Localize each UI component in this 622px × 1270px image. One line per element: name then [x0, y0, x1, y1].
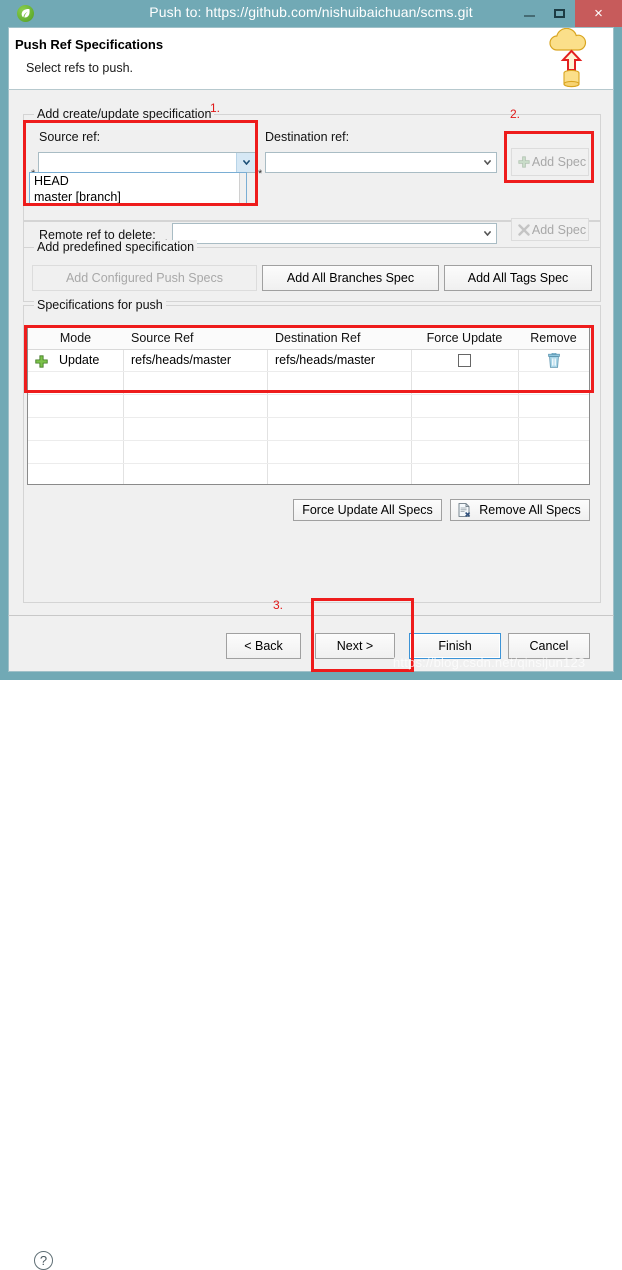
wizard-header: Push Ref Specifications Select refs to p… — [8, 27, 614, 90]
table-row[interactable] — [28, 372, 589, 395]
add-spec-create-update-label: Add Spec — [531, 155, 587, 169]
close-button[interactable]: × — [575, 0, 622, 27]
next-button-label: Next > — [336, 639, 374, 653]
row-force-update-checkbox[interactable] — [458, 354, 471, 367]
spec-table-legend: Specifications for push — [34, 298, 166, 312]
column-header-force-update: Force Update — [426, 331, 503, 345]
minimize-button[interactable] — [515, 0, 545, 27]
minimize-icon — [524, 15, 535, 17]
source-ref-dropdown-list[interactable]: HEAD master [branch] — [29, 172, 247, 205]
add-all-tags-spec-label: Add All Tags Spec — [467, 271, 569, 285]
create-update-group-legend: Add create/update specification — [34, 107, 215, 121]
next-button[interactable]: Next > — [315, 633, 395, 659]
add-all-branches-spec-button[interactable]: Add All Branches Spec — [262, 265, 439, 291]
back-button[interactable]: < Back — [226, 633, 301, 659]
column-header-source-ref: Source Ref — [131, 331, 194, 345]
add-configured-push-specs-label: Add Configured Push Specs — [65, 271, 224, 285]
add-configured-push-specs-button[interactable]: Add Configured Push Specs — [32, 265, 257, 291]
finish-button[interactable]: Finish — [409, 633, 501, 659]
column-header-destination-ref: Destination Ref — [275, 331, 361, 345]
annotation-number-1: 1. — [210, 101, 221, 115]
force-update-all-specs-label: Force Update All Specs — [302, 503, 433, 517]
add-spec-delete-button[interactable]: Add Spec — [511, 218, 589, 241]
add-all-tags-spec-button[interactable]: Add All Tags Spec — [444, 265, 592, 291]
remote-ref-to-delete-combo[interactable] — [172, 223, 497, 244]
dropdown-option-master[interactable]: master [branch] — [30, 189, 246, 205]
finish-button-label: Finish — [438, 639, 472, 653]
cancel-button[interactable]: Cancel — [508, 633, 590, 659]
table-row[interactable] — [28, 441, 589, 464]
destination-ref-label: Destination ref: — [265, 130, 350, 144]
force-update-all-specs-button[interactable]: Force Update All Specs — [293, 499, 442, 521]
row-destination-ref: refs/heads/master — [275, 353, 376, 367]
trash-icon[interactable] — [547, 353, 561, 368]
chevron-down-icon — [484, 160, 491, 165]
row-source-ref: refs/heads/master — [131, 353, 232, 367]
add-all-branches-spec-label: Add All Branches Spec — [286, 271, 415, 285]
table-row[interactable] — [28, 418, 589, 441]
remove-all-specs-button[interactable]: Remove All Specs — [450, 499, 590, 521]
table-row[interactable] — [28, 464, 589, 484]
close-icon: × — [594, 5, 603, 22]
predefined-group-legend: Add predefined specification — [34, 240, 198, 254]
annotation-number-3: 3. — [273, 598, 284, 612]
page-title: Push Ref Specifications — [15, 37, 164, 52]
annotation-number-2: 2. — [510, 107, 521, 121]
back-button-label: < Back — [244, 639, 283, 653]
chevron-down-icon — [243, 160, 250, 165]
table-row[interactable]: Update refs/heads/master refs/heads/mast… — [28, 349, 589, 372]
remove-all-specs-label: Remove All Specs — [479, 503, 581, 517]
maximize-button[interactable] — [545, 0, 575, 27]
source-ref-label: Source ref: — [39, 130, 101, 144]
table-header-row: Mode Source Ref Destination Ref Force Up… — [28, 328, 589, 350]
specifications-table[interactable]: Mode Source Ref Destination Ref Force Up… — [27, 327, 590, 485]
dropdown-scrollbar[interactable] — [239, 173, 246, 204]
dropdown-option-head[interactable]: HEAD — [30, 173, 246, 189]
help-icon[interactable]: ? — [34, 1251, 53, 1270]
chevron-down-icon — [484, 231, 491, 236]
green-plus-icon — [35, 355, 48, 368]
add-spec-delete-label: Add Spec — [531, 222, 587, 237]
cancel-button-label: Cancel — [529, 639, 569, 653]
column-header-remove: Remove — [530, 331, 577, 345]
destination-ref-combo[interactable] — [265, 152, 497, 173]
maximize-icon — [554, 9, 565, 18]
push-wizard-window: Push to: https://github.com/nishuibaichu… — [0, 0, 622, 1270]
title-bar: Push to: https://github.com/nishuibaichu… — [0, 0, 622, 27]
destination-ref-required-marker: * — [258, 168, 263, 180]
cloud-push-icon — [549, 28, 587, 88]
page-subtitle: Select refs to push. — [26, 61, 134, 75]
source-ref-combo[interactable] — [38, 152, 256, 173]
row-mode: Update — [59, 353, 100, 367]
column-header-mode: Mode — [59, 331, 92, 345]
add-spec-create-update-button[interactable]: Add Spec — [511, 148, 589, 176]
table-row[interactable] — [28, 395, 589, 418]
